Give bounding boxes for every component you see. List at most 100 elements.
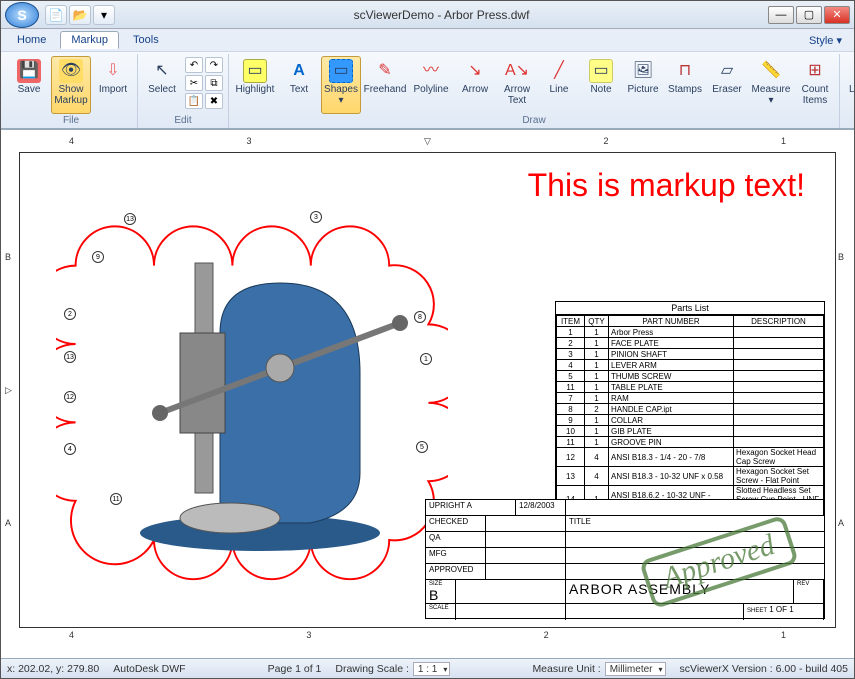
callout-13b: 13 (64, 351, 76, 363)
stamps-button[interactable]: ⊓Stamps (665, 56, 705, 114)
callout-3: 3 (310, 211, 322, 223)
tab-tools[interactable]: Tools (123, 32, 169, 48)
ruler-bottom: 4321 (19, 630, 836, 644)
import-button[interactable]: ⇩Import (93, 56, 133, 114)
highlight-icon: ▭ (243, 59, 267, 83)
callout-4: 4 (64, 443, 76, 455)
quick-access-toolbar: 📄 📂 ▾ (45, 5, 115, 25)
callout-8: 8 (414, 311, 426, 323)
highlight-button[interactable]: ▭Highlight (233, 56, 277, 114)
arbor-press-drawing (80, 213, 430, 573)
arrow-icon: ↘ (463, 59, 487, 83)
parts-row: 71RAM (557, 393, 824, 404)
parts-row: 11Arbor Press (557, 327, 824, 338)
callout-5: 5 (416, 441, 428, 453)
ribbon: Home Markup Tools Style ▾ 💾Save 👁Show Ma… (1, 29, 854, 129)
style-dropdown[interactable]: Style ▾ (809, 34, 848, 47)
import-icon: ⇩ (101, 59, 125, 83)
app-menu-button[interactable]: S (5, 2, 39, 28)
measure-button[interactable]: 📏Measure▾ (749, 56, 793, 114)
freehand-button[interactable]: ✎Freehand (363, 56, 407, 114)
parts-row: 31PINION SHAFT (557, 349, 824, 360)
parts-row: 91COLLAR (557, 415, 824, 426)
parts-row: 111GROOVE PIN (557, 437, 824, 448)
parts-row: 51THUMB SCREW (557, 371, 824, 382)
redo-icon[interactable]: ↷ (205, 57, 223, 73)
callout-13: 13 (124, 213, 136, 225)
save-icon: 💾 (17, 59, 41, 83)
pencil-icon: ✎ (373, 59, 397, 83)
polyline-icon: 〰 (419, 59, 443, 83)
arrow-text-button[interactable]: A↘Arrow Text (497, 56, 537, 114)
tab-home[interactable]: Home (7, 32, 56, 48)
status-version: scViewerX Version : 6.00 - build 405 (680, 663, 849, 675)
arrow-button[interactable]: ↘Arrow (455, 56, 495, 114)
eye-icon: 👁 (59, 59, 83, 83)
picture-icon: 🖼 (631, 59, 655, 83)
save-button[interactable]: 💾Save (9, 56, 49, 114)
delete-icon[interactable]: ✖ (205, 93, 223, 109)
count-button[interactable]: ⊞Count Items (795, 56, 835, 114)
arrow-text-icon: A↘ (505, 59, 529, 83)
show-markup-button[interactable]: 👁Show Markup (51, 56, 91, 114)
drawing-sheet: This is markup text! 13 3 9 2 (19, 152, 836, 628)
ruler-icon: 📏 (759, 59, 783, 83)
qat-dropdown-icon[interactable]: ▾ (93, 5, 115, 25)
select-button[interactable]: ↖Select (142, 56, 182, 114)
window-title: scViewerDemo - Arbor Press.dwf (115, 8, 768, 22)
callout-9: 9 (92, 251, 104, 263)
group-edit: ↖Select ↶↷ ✂⧉ 📋✖ Edit (138, 54, 229, 128)
qat-open-icon[interactable]: 📂 (69, 5, 91, 25)
maximize-button[interactable]: ▢ (796, 6, 822, 24)
app-window: S 📄 📂 ▾ scViewerDemo - Arbor Press.dwf —… (0, 0, 855, 679)
callout-11: 11 (110, 493, 122, 505)
parts-row: 21FACE PLATE (557, 338, 824, 349)
count-icon: ⊞ (803, 59, 827, 83)
line-button[interactable]: ╱Line (539, 56, 579, 114)
tab-markup[interactable]: Markup (60, 31, 119, 49)
close-button[interactable]: ✕ (824, 6, 850, 24)
group-file: 💾Save 👁Show Markup ⇩Import File (5, 54, 138, 128)
paste-icon[interactable]: 📋 (185, 93, 203, 109)
text-button[interactable]: AText (279, 56, 319, 114)
note-button[interactable]: ▭Note (581, 56, 621, 114)
polyline-button[interactable]: 〰Polyline (409, 56, 453, 114)
callout-2: 2 (64, 308, 76, 320)
group-draw: ▭Highlight AText ▭Shapes▾ ✎Freehand 〰Pol… (229, 54, 840, 128)
layers-button[interactable]: ☰Layers (844, 56, 855, 114)
group-tools: ☰Layers 💬Create From XML 💬Show Next Mark… (840, 54, 855, 128)
note-icon: ▭ (589, 59, 613, 83)
stamp-icon: ⊓ (673, 59, 697, 83)
cut-icon[interactable]: ✂ (185, 75, 203, 91)
ruler-right: BA (838, 152, 850, 628)
parts-row: 124ANSI B18.3 - 1/4 - 20 - 7/8Hexagon So… (557, 448, 824, 467)
callout-12: 12 (64, 391, 76, 403)
eraser-button[interactable]: ▱Eraser (707, 56, 747, 114)
status-coords: x: 202.02, y: 279.80 (7, 663, 99, 675)
scale-dropdown[interactable]: 1 : 1 (413, 662, 450, 676)
status-bar: x: 202.02, y: 279.80 AutoDesk DWF Page 1… (1, 658, 854, 678)
titlebar: S 📄 📂 ▾ scViewerDemo - Arbor Press.dwf —… (1, 1, 854, 29)
status-format: AutoDesk DWF (113, 663, 185, 675)
status-page: Page 1 of 1 (268, 663, 322, 675)
cursor-icon: ↖ (150, 59, 174, 83)
unit-dropdown[interactable]: Millimeter (605, 662, 666, 676)
minimize-button[interactable]: — (768, 6, 794, 24)
parts-row: 101GIB PLATE (557, 426, 824, 437)
markup-text-annotation[interactable]: This is markup text! (528, 167, 805, 204)
undo-icon[interactable]: ↶ (185, 57, 203, 73)
drawing-canvas[interactable]: 43▽21 4321 B▷A BA This is markup text! (1, 129, 854, 658)
parts-list-table: Parts List ITEM QTY PART NUMBER DESCRIPT… (555, 301, 825, 515)
parts-row: 111TABLE PLATE (557, 382, 824, 393)
status-scale: Drawing Scale :1 : 1 (335, 662, 450, 676)
eraser-icon: ▱ (715, 59, 739, 83)
qat-new-icon[interactable]: 📄 (45, 5, 67, 25)
line-icon: ╱ (547, 59, 571, 83)
parts-row: 134ANSI B18.3 - 10-32 UNF x 0.58Hexagon … (557, 467, 824, 486)
ruler-left: B▷A (5, 152, 17, 628)
picture-button[interactable]: 🖼Picture (623, 56, 663, 114)
copy-icon[interactable]: ⧉ (205, 75, 223, 91)
callout-1: 1 (420, 353, 432, 365)
parts-row: 41LEVER ARM (557, 360, 824, 371)
shapes-button[interactable]: ▭Shapes▾ (321, 56, 361, 114)
